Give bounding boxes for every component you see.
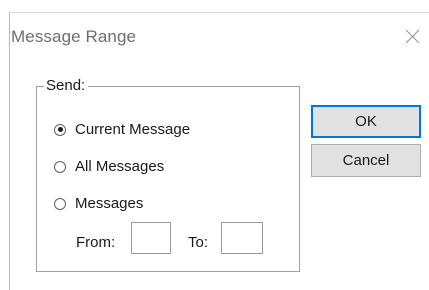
radio-selected-dot [57,127,63,132]
ok-button[interactable]: OK [311,105,421,138]
from-field[interactable] [131,222,171,254]
radio-messages[interactable]: Messages [54,195,143,212]
dialog-title: Message Range [11,27,137,46]
radio-label: Messages [75,195,144,212]
to-label: To: [188,234,209,251]
radio-label: Current Message [75,121,191,138]
message-range-dialog: Message Range Send: Current Message All … [9,12,429,290]
cancel-button[interactable]: Cancel [311,144,421,177]
radio-current-message[interactable]: Current Message [54,121,190,138]
send-group-label: Send: [44,77,89,94]
radio-button[interactable] [54,197,66,210]
close-icon [402,29,424,44]
to-field[interactable] [221,222,263,254]
from-label: From: [76,234,116,251]
radio-all-messages[interactable]: All Messages [54,158,164,175]
close-button[interactable] [402,26,424,48]
radio-label: All Messages [75,158,165,175]
radio-button[interactable] [54,123,66,136]
radio-button[interactable] [54,160,66,173]
